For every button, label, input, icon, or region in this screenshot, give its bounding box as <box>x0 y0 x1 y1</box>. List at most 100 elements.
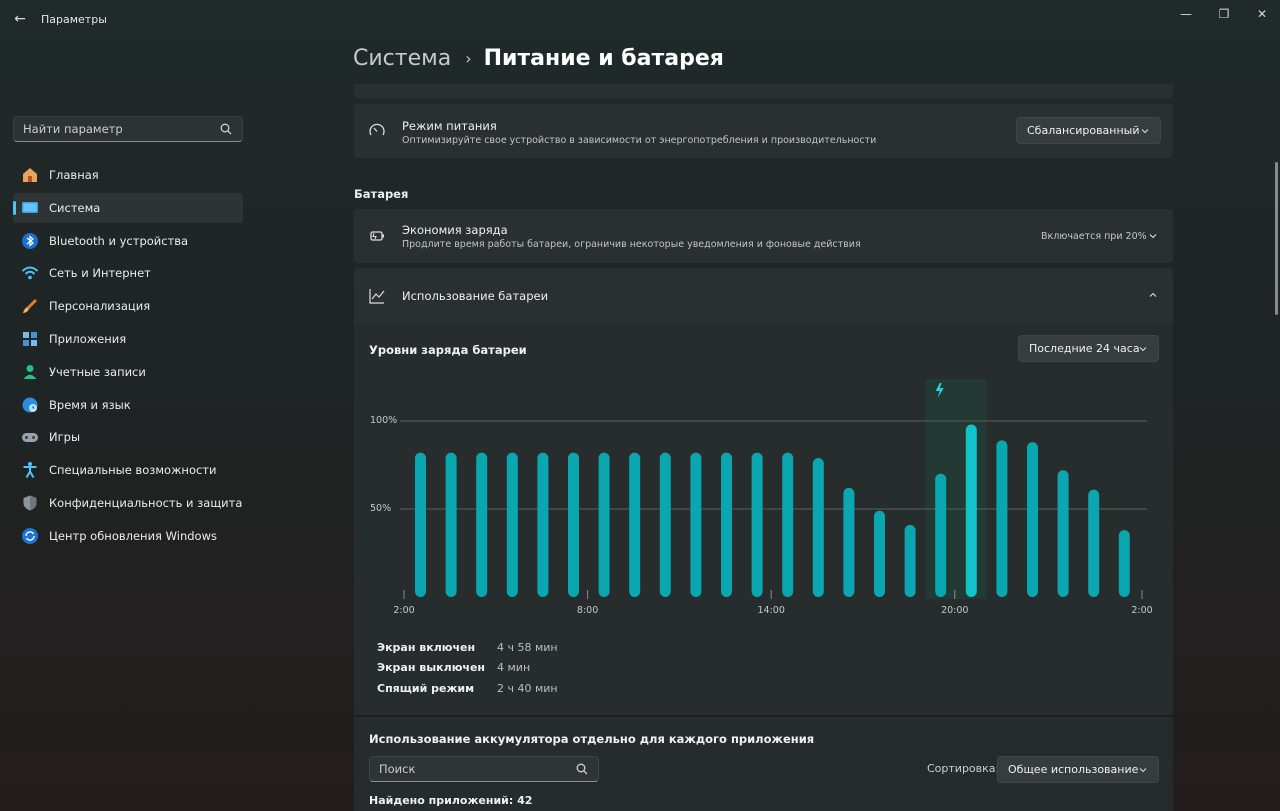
power-mode-subtitle: Оптимизируйте свое устройство в зависимо… <box>402 135 877 146</box>
sidebar-item-label: Время и язык <box>49 397 131 412</box>
gamepad-icon <box>21 428 39 446</box>
battery-bar <box>721 452 732 597</box>
chart-title: Уровни заряда батареи <box>369 343 527 357</box>
battery-bar <box>782 452 794 597</box>
power-mode-icon <box>369 123 385 136</box>
update-icon <box>21 527 39 545</box>
title-bar: ← Параметры — ❐ ✕ <box>0 0 1280 40</box>
search-icon[interactable] <box>575 762 589 776</box>
charging-highlight-band <box>925 379 987 599</box>
power-mode-value: Сбалансированный <box>1027 124 1140 137</box>
sidebar-item-label: Игры <box>49 430 81 445</box>
battery-usage-header[interactable]: Использование батареи <box>354 268 1173 323</box>
battery-bar <box>965 424 977 597</box>
battery-bar <box>415 452 426 597</box>
stat-label: Спящий режим <box>377 682 475 695</box>
sort-value: Общее использование <box>1008 763 1139 776</box>
sidebar-item-bluetooth[interactable]: Bluetooth и устройства <box>13 226 243 256</box>
app-title: Параметры <box>41 13 107 26</box>
restore-icon: ❐ <box>1218 7 1230 21</box>
sidebar-item-label: Специальные возможности <box>49 463 217 478</box>
battery-bar <box>874 510 885 597</box>
battery-usage-title: Использование батареи <box>402 289 549 303</box>
sidebar-item-time-language[interactable]: Время и язык <box>13 390 243 420</box>
search-icon[interactable] <box>219 122 233 136</box>
battery-bar <box>445 452 457 597</box>
sidebar-nav: Главная Система Bluetooth и устройства С… <box>13 160 243 554</box>
battery-bar <box>629 452 641 597</box>
sidebar-item-label: Система <box>49 200 101 215</box>
stat-label: Экран включен <box>377 641 476 654</box>
battery-saver-card[interactable]: Экономия заряда Продлите время работы ба… <box>354 209 1173 263</box>
line-chart-icon <box>369 289 385 304</box>
minimize-button[interactable]: — <box>1171 4 1201 24</box>
stat-value: 2 ч 40 мин <box>497 682 558 695</box>
wifi-icon <box>21 264 39 282</box>
minimize-icon: — <box>1180 7 1192 21</box>
sidebar-item-personalization[interactable]: Персонализация <box>13 291 243 321</box>
scrollbar[interactable] <box>1275 162 1278 315</box>
sidebar-item-network[interactable]: Сеть и Интернет <box>13 258 243 288</box>
battery-bar <box>659 452 671 597</box>
page-title: Питание и батарея <box>483 46 724 71</box>
battery-saver-icon <box>370 231 384 241</box>
battery-bar <box>537 452 549 597</box>
battery-saver-subtitle: Продлите время работы батареи, ограничив… <box>402 239 861 250</box>
chevron-down-icon[interactable] <box>1148 231 1158 241</box>
time-range-dropdown[interactable]: Последние 24 часа <box>1018 335 1159 362</box>
chevron-down-icon <box>1139 347 1147 352</box>
stat-label: Экран выключен <box>377 661 486 674</box>
sidebar-item-accounts[interactable]: Учетные записи <box>13 357 243 387</box>
sidebar-item-label: Центр обновления Windows <box>49 528 217 543</box>
battery-bar <box>476 452 488 597</box>
sidebar-item-label: Приложения <box>49 331 127 346</box>
battery-bar <box>843 487 855 597</box>
app-search-input[interactable]: Поиск <box>369 756 599 782</box>
apps-found-count: Найдено приложений: 42 <box>369 794 533 807</box>
sidebar-item-apps[interactable]: Приложения <box>13 324 243 354</box>
sidebar-item-accessibility[interactable]: Специальные возможности <box>13 455 243 485</box>
battery-bar <box>1088 489 1100 597</box>
sidebar-item-label: Учетные записи <box>49 364 146 379</box>
sidebar-item-home[interactable]: Главная <box>13 160 243 190</box>
account-icon <box>21 363 39 381</box>
battery-bar <box>1057 470 1069 597</box>
back-button[interactable]: ← <box>10 9 30 29</box>
power-mode-dropdown[interactable]: Сбалансированный <box>1016 117 1161 144</box>
sidebar-item-label: Bluetooth и устройства <box>49 233 189 248</box>
search-placeholder: Найти параметр <box>23 122 123 136</box>
sidebar-item-label: Персонализация <box>49 299 151 314</box>
battery-bar <box>996 440 1008 597</box>
sort-dropdown[interactable]: Общее использование <box>997 756 1159 783</box>
sidebar-item-system[interactable]: Система <box>13 192 243 223</box>
brush-icon <box>21 297 39 315</box>
x-tick-label: 2:00 <box>393 605 414 616</box>
battery-saver-title: Экономия заряда <box>402 223 508 237</box>
close-button[interactable]: ✕ <box>1247 4 1277 24</box>
breadcrumb-parent[interactable]: Система <box>353 46 451 71</box>
stat-row: Спящий режим 2 ч 40 мин <box>369 682 558 695</box>
settings-search-input[interactable]: Найти параметр <box>13 116 243 142</box>
sidebar-item-windows-update[interactable]: Центр обновления Windows <box>13 521 243 551</box>
home-icon <box>21 166 39 184</box>
x-tick-label: 14:00 <box>758 605 785 616</box>
system-icon <box>21 199 39 217</box>
sidebar-item-gaming[interactable]: Игры <box>13 422 243 452</box>
time-range-value: Последние 24 часа <box>1029 342 1140 355</box>
app-usage-title: Использование аккумулятора отдельно для … <box>369 732 815 746</box>
shield-icon <box>21 494 39 512</box>
stat-row: Экран включен 4 ч 58 мин <box>369 641 558 654</box>
battery-bar <box>568 452 579 597</box>
sidebar-item-privacy[interactable]: Конфиденциальность и защита <box>13 488 243 518</box>
bluetooth-icon <box>21 232 39 250</box>
scrolled-card-edge <box>354 84 1173 98</box>
apps-icon <box>21 330 39 348</box>
maximize-button[interactable]: ❐ <box>1209 4 1239 24</box>
sidebar-item-label: Главная <box>49 168 99 182</box>
battery-bar <box>506 452 518 597</box>
chevron-right-icon: › <box>465 49 472 68</box>
y-tick-label: 50% <box>370 503 391 514</box>
battery-bar <box>812 457 824 597</box>
battery-bar <box>1027 442 1038 597</box>
battery-bar <box>690 452 702 597</box>
